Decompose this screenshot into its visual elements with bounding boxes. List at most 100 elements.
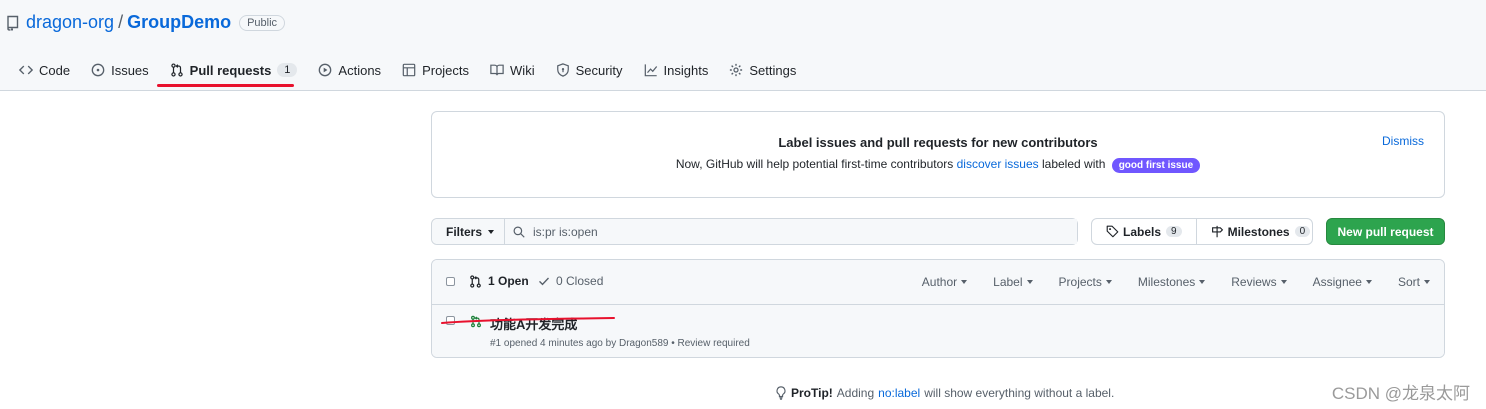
dismiss-link[interactable]: Dismiss [1382,134,1424,148]
pr-count-badge: 1 [277,63,298,77]
new-pull-request-button[interactable]: New pull request [1326,218,1445,245]
tab-label: Pull requests [189,62,272,78]
caret-down-icon [1026,280,1033,284]
tab-security[interactable]: Security [547,54,632,86]
repo-title: dragon-org / GroupDemo Public [6,12,286,33]
repo-nav-tabs: Code Issues Pull requests 1 Actions Proj… [10,54,808,86]
menu-label: Label [993,275,1023,289]
caret-down-icon [1424,280,1430,284]
open-count: 1 Open [488,274,529,288]
tab-actions[interactable]: Actions [309,54,390,86]
check-icon [539,277,549,286]
tab-label: Actions [338,62,382,78]
menu-label: Sort [1397,275,1420,289]
menu-label: Reviews [1231,275,1277,289]
tab-settings[interactable]: Settings [720,54,805,86]
filters-bar: Filters [431,218,1078,245]
tab-label: Wiki [510,62,535,78]
discover-issues-link[interactable]: discover issues [957,157,1039,171]
milestones-count: 0 [1294,226,1311,237]
pull-request-list: 1 Open 0 Closed Author Label Projects Mi… [431,259,1445,358]
menu-label: Assignee [1312,275,1362,289]
select-all-checkbox[interactable] [446,277,455,286]
labels-button[interactable]: Labels 9 [1092,219,1196,244]
tab-label: Security [575,62,623,78]
menu-label: Projects [1058,275,1102,289]
assignee-menu[interactable]: Assignee [1313,275,1372,289]
tab-wiki[interactable]: Wiki [481,54,544,86]
closed-count: 0 Closed [556,274,604,288]
sort-menu[interactable]: Sort [1398,275,1430,289]
tab-pull-requests[interactable]: Pull requests 1 [161,54,307,86]
code-icon [19,65,33,75]
caret-down-icon [1280,280,1287,284]
list-filter-menus: Author Label Projects Milestones Reviews… [896,275,1430,289]
menu-label: Milestones [1137,275,1196,289]
open-filter-link[interactable]: 1 Open [469,274,529,288]
git-pull-request-icon [470,274,481,288]
search-box[interactable] [505,219,1077,244]
repo-owner-link[interactable]: dragon-org [26,12,114,33]
protip-before: Adding [836,386,875,400]
milestones-label: Milestones [1227,224,1290,239]
label-menu[interactable]: Label [993,275,1033,289]
tag-icon [1106,225,1119,238]
repo-icon [6,15,20,31]
good-first-issue-label[interactable]: good first issue [1111,158,1201,173]
play-icon [319,63,332,77]
book-icon [490,64,504,76]
tab-label: Projects [422,62,470,78]
light-bulb-icon [776,386,786,400]
pr-meta: #1 opened 4 minutes ago by Dragon589 • R… [490,338,750,349]
tab-projects[interactable]: Projects [393,54,478,86]
repo-separator: / [118,12,124,32]
tab-label: Code [39,62,71,78]
closed-filter-link[interactable]: 0 Closed [538,274,603,288]
repo-name-link[interactable]: GroupDemo [127,12,231,33]
git-pull-request-icon [170,63,183,77]
banner-title: Label issues and pull requests for new c… [778,135,1098,150]
milestone-icon [1211,225,1223,238]
issue-opened-icon [91,63,105,77]
projects-menu[interactable]: Projects [1059,275,1112,289]
tab-label: Settings [749,62,797,78]
repo-header: dragon-org / GroupDemo Public Code Issue… [0,0,1486,91]
tab-issues[interactable]: Issues [82,54,158,86]
author-menu[interactable]: Author [921,275,968,289]
table-icon [402,63,416,77]
caret-down-icon [961,280,968,284]
caret-down-icon [1105,280,1112,284]
banner-text-before: Now, GitHub will help potential first-ti… [675,157,957,171]
annotation-underline [157,84,294,87]
tab-code[interactable]: Code [10,54,79,86]
milestones-menu[interactable]: Milestones [1137,275,1206,289]
tab-label: Insights [663,62,709,78]
search-icon [513,226,525,238]
gear-icon [730,63,743,77]
tab-insights[interactable]: Insights [635,54,718,86]
reviews-menu[interactable]: Reviews [1231,275,1287,289]
filters-button[interactable]: Filters [432,219,505,244]
protip-lead: ProTip! [791,386,833,400]
list-item: 功能A开发完成 #1 opened 4 minutes ago by Drago… [432,305,1444,357]
menu-label: Author [921,275,958,289]
labels-milestones-group: Labels 9 Milestones 0 [1091,218,1313,245]
search-input[interactable] [533,224,1033,239]
no-label-link[interactable]: no:label [878,386,920,400]
visibility-badge: Public [239,14,286,31]
graph-icon [644,64,657,77]
milestones-button[interactable]: Milestones 0 [1195,219,1325,244]
banner-text-after: labeled with [1038,157,1109,171]
protip-after: will show everything without a label. [924,386,1115,400]
caret-down-icon [488,229,495,234]
contributors-banner: Label issues and pull requests for new c… [431,111,1445,198]
protip: ProTip! Adding no:label will show everyt… [775,386,1114,400]
filters-label: Filters [446,224,483,239]
annotation-underline [441,317,615,324]
labels-count: 9 [1166,226,1182,237]
caret-down-icon [1365,280,1372,284]
watermark: CSDN @龙泉太阿 [1331,384,1470,403]
caret-down-icon [1199,280,1206,284]
labels-label: Labels [1123,224,1162,239]
shield-icon [556,63,569,77]
